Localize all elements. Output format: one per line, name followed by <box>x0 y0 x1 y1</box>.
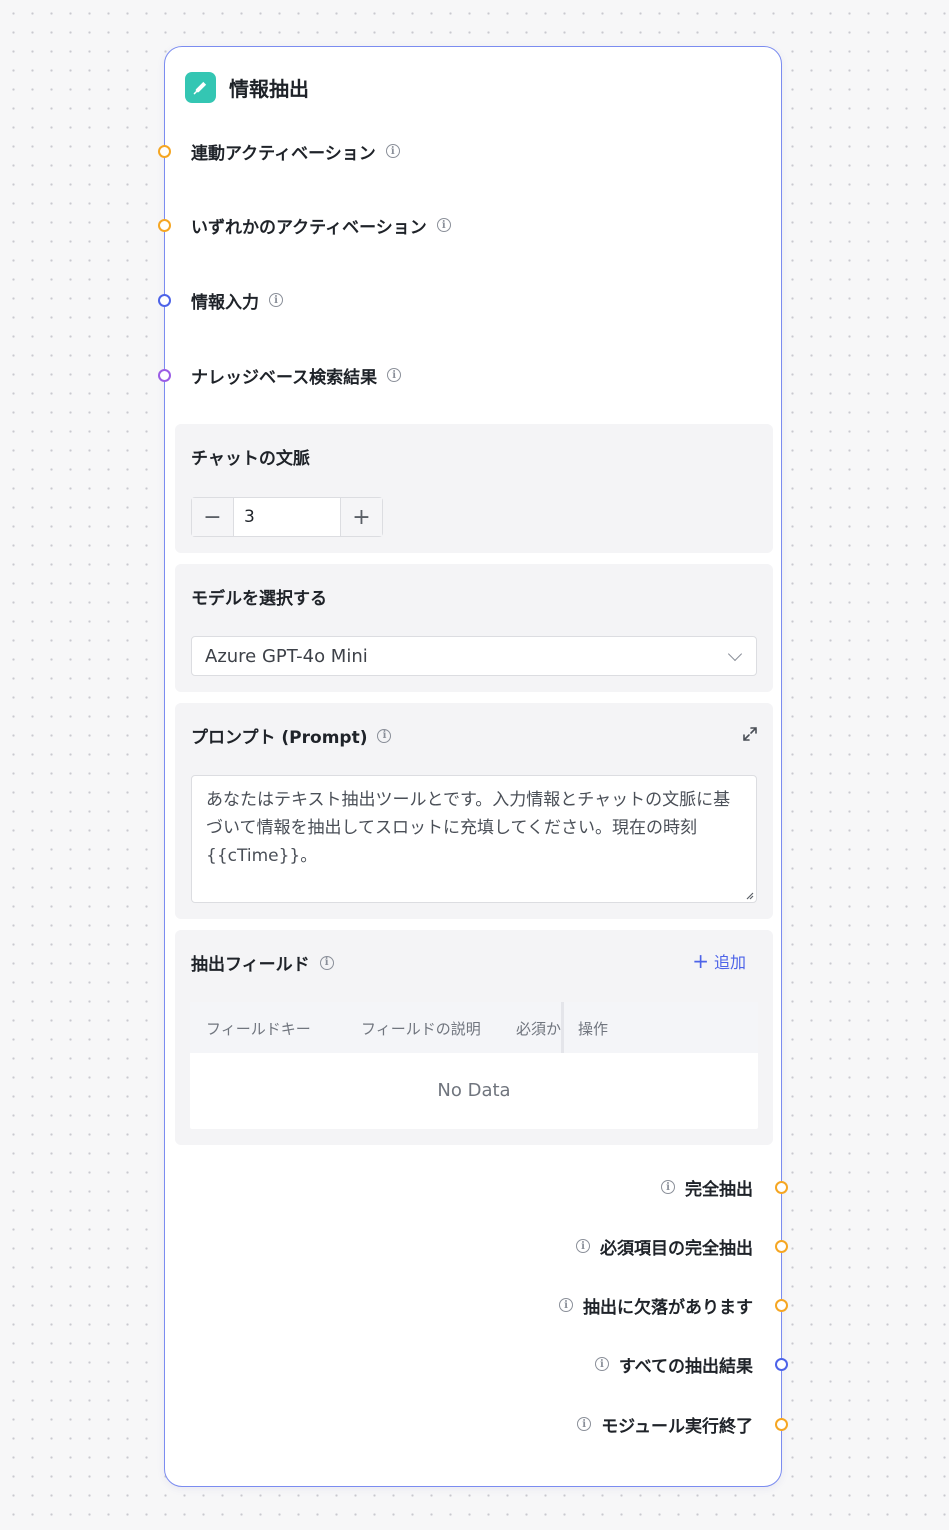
info-extraction-node[interactable]: 情報抽出 連動アクティベーション i いずれかのアクティベーション i 情報入力… <box>158 46 788 1487</box>
info-icon[interactable]: i <box>576 1239 590 1253</box>
info-icon[interactable]: i <box>387 368 402 382</box>
output-label: 完全抽出 <box>685 1179 753 1200</box>
add-field-label: 追加 <box>713 953 746 972</box>
info-icon[interactable]: i <box>436 218 451 232</box>
input-label: ナレッジベース検索結果 <box>191 367 378 388</box>
empty-state-text: No Data <box>437 1080 511 1101</box>
input-port[interactable] <box>158 144 171 158</box>
output-port[interactable] <box>775 1298 788 1312</box>
decrement-button[interactable]: − <box>192 498 234 536</box>
chat-context-title: チャットの文脈 <box>191 449 310 469</box>
prompt-textarea[interactable]: あなたはテキスト抽出ツールとです。入力情報とチャットの文脈に基づいて情報を抽出し… <box>191 775 757 903</box>
input-label: いずれかのアクティベーション <box>191 217 427 238</box>
info-icon[interactable]: i <box>385 144 400 158</box>
model-selected-value: Azure GPT-4o Mini <box>205 645 368 667</box>
extraction-fields-section: 抽出フィールド i + 追加 フィールドキー フィールドの説明 必須か 操作 N… <box>175 930 773 1145</box>
input-label: 連動アクティベーション <box>191 143 376 164</box>
node-header: 情報抽出 <box>185 72 309 103</box>
info-icon[interactable]: i <box>577 1417 592 1431</box>
output-row-all-results: i すべての抽出結果 <box>165 1352 788 1377</box>
input-row-knowledge-results: ナレッジベース検索結果 i <box>158 363 781 388</box>
edit-pen-icon <box>185 72 216 103</box>
output-label: 必須項目の完全抽出 <box>600 1238 753 1259</box>
output-row-missing: i 抽出に欠落があります <box>165 1293 788 1318</box>
input-row-info-input: 情報入力 i <box>158 288 781 313</box>
info-icon[interactable]: i <box>661 1180 675 1194</box>
output-label: 抽出に欠落があります <box>583 1297 753 1318</box>
chat-context-section: チャットの文脈 − 3 + <box>175 424 773 553</box>
output-row-complete: i 完全抽出 <box>165 1175 788 1200</box>
node-title: 情報抽出 <box>229 77 309 101</box>
chat-context-stepper[interactable]: − 3 + <box>191 497 383 537</box>
prompt-title: プロンプト (Prompt) <box>191 728 368 748</box>
output-port[interactable] <box>775 1357 788 1371</box>
column-header: 必須か <box>516 1020 562 1038</box>
info-icon[interactable]: i <box>594 1357 609 1371</box>
add-field-button[interactable]: + 追加 <box>692 949 746 973</box>
output-port[interactable] <box>775 1239 788 1253</box>
fields-table: フィールドキー フィールドの説明 必須か 操作 No Data <box>190 1002 758 1129</box>
input-port[interactable] <box>158 218 171 232</box>
info-icon[interactable]: i <box>269 293 283 307</box>
input-port[interactable] <box>158 368 171 382</box>
increment-button[interactable]: + <box>340 498 382 536</box>
output-label: モジュール実行終了 <box>601 1416 753 1437</box>
info-icon[interactable]: i <box>559 1298 573 1312</box>
input-row-linked-activation: 連動アクティベーション i <box>158 139 781 164</box>
resize-handle-icon[interactable] <box>744 890 754 900</box>
output-port[interactable] <box>775 1180 788 1194</box>
prompt-text: あなたはテキスト抽出ツールとです。入力情報とチャットの文脈に基づいて情報を抽出し… <box>206 790 731 866</box>
expand-icon[interactable] <box>741 725 759 743</box>
model-title: モデルを選択する <box>191 589 327 609</box>
input-port[interactable] <box>158 293 171 307</box>
column-divider <box>561 1002 564 1053</box>
fields-title: 抽出フィールド <box>191 955 310 975</box>
input-row-any-activation: いずれかのアクティベーション i <box>158 213 781 238</box>
chevron-down-icon <box>727 646 743 662</box>
model-section: モデルを選択する Azure GPT-4o Mini <box>175 564 773 692</box>
input-label: 情報入力 <box>191 292 259 313</box>
stepper-value[interactable]: 3 <box>234 498 340 536</box>
table-header: フィールドキー フィールドの説明 必須か 操作 <box>190 1002 758 1053</box>
info-icon[interactable]: i <box>319 955 334 970</box>
column-header: フィールドキー <box>206 1020 311 1038</box>
output-label: すべての抽出結果 <box>618 1356 753 1377</box>
info-icon[interactable]: i <box>377 728 392 743</box>
section-title: チャットの文脈 <box>191 444 310 469</box>
output-row-module-end: i モジュール実行終了 <box>165 1412 788 1437</box>
output-row-required-complete: i 必須項目の完全抽出 <box>165 1234 788 1259</box>
plus-icon: + <box>692 949 709 973</box>
column-header: 操作 <box>578 1020 609 1038</box>
model-select[interactable]: Azure GPT-4o Mini <box>191 636 757 676</box>
output-port[interactable] <box>775 1417 788 1431</box>
column-header: フィールドの説明 <box>361 1020 481 1038</box>
prompt-section: プロンプト (Prompt) i あなたはテキスト抽出ツールとです。入力情報とチ… <box>175 703 773 919</box>
